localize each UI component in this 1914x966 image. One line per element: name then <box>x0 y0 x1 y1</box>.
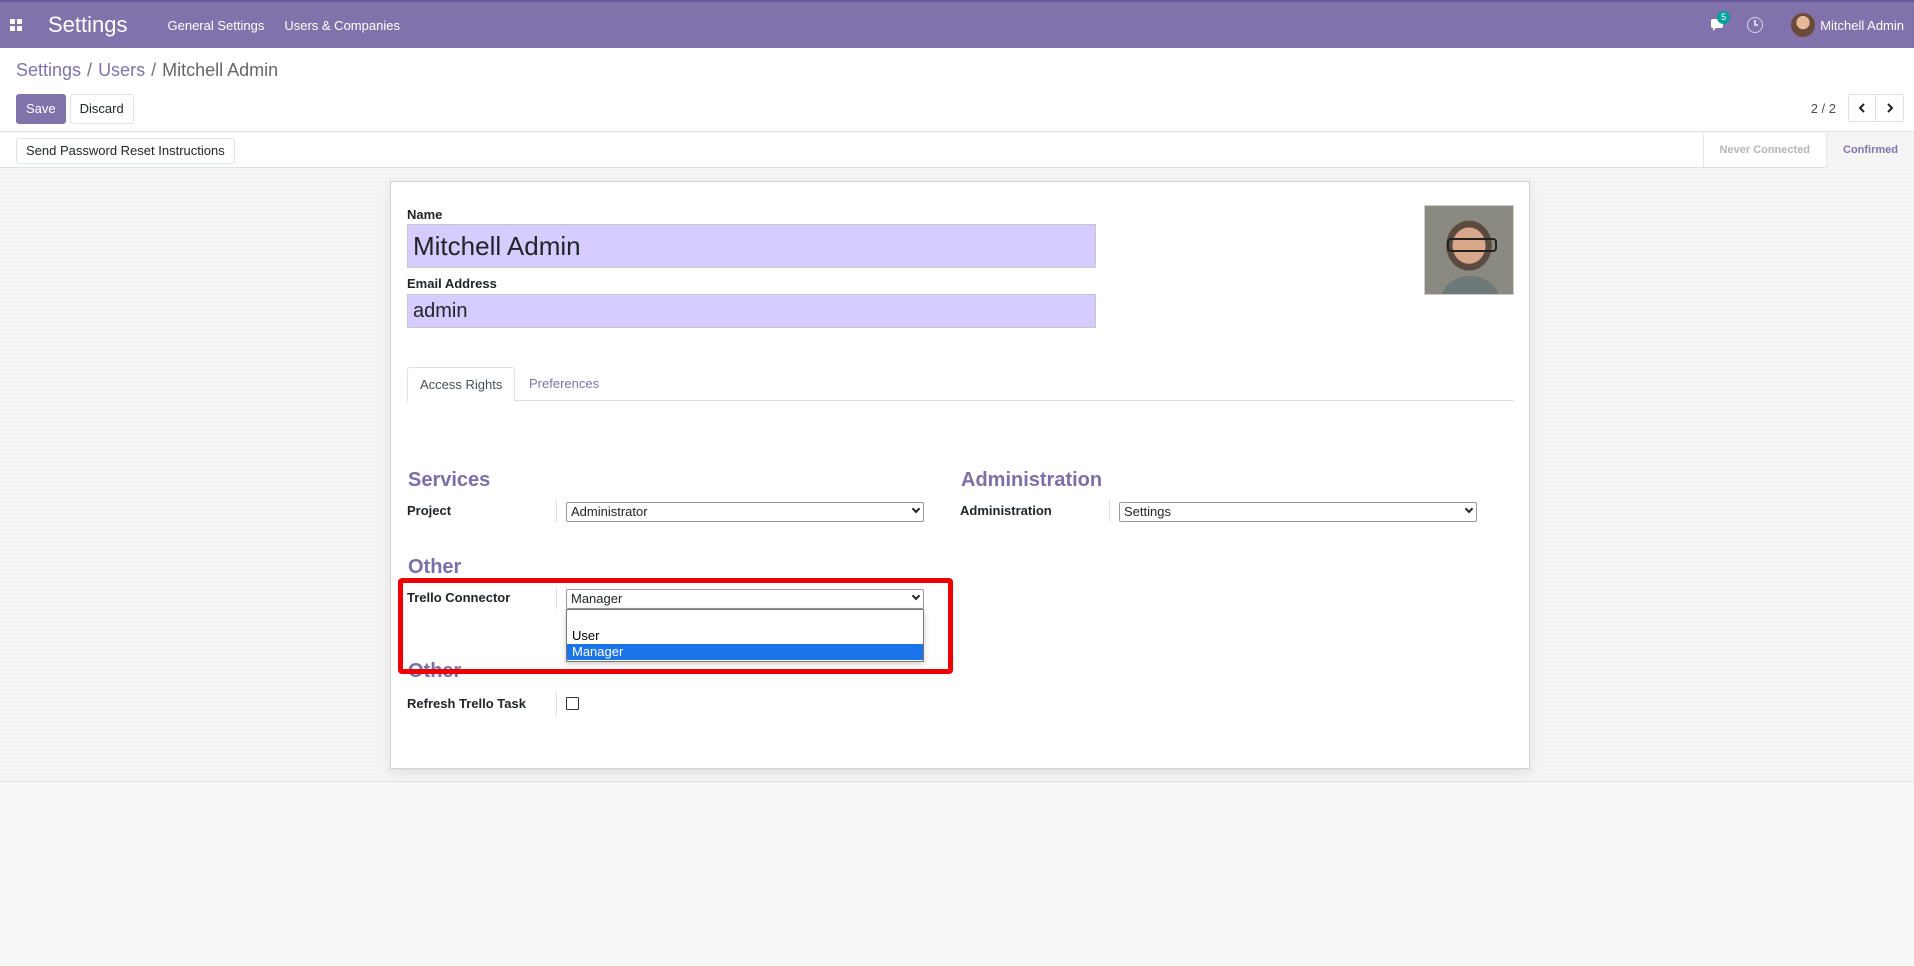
project-select[interactable]: Administrator <box>566 502 924 522</box>
tab-access-rights[interactable]: Access Rights <box>407 367 516 402</box>
app-title[interactable]: Settings <box>48 12 128 38</box>
chevron-right-icon <box>1886 103 1893 113</box>
apps-menu-icon[interactable] <box>0 2 32 48</box>
refresh-trello-task-label: Refresh Trello Task <box>407 696 526 711</box>
top-navbar: Settings General Settings Users & Compan… <box>0 0 1914 48</box>
form-tabs: Access Rights Preferences <box>407 367 1514 402</box>
separator <box>1109 500 1110 522</box>
refresh-trello-task-checkbox[interactable] <box>566 697 579 710</box>
separator <box>556 693 557 715</box>
discard-button[interactable]: Discard <box>69 94 134 124</box>
send-password-reset-button[interactable]: Send Password Reset Instructions <box>16 138 235 164</box>
control-panel: Settings / Users / Mitchell Admin Save Disca… <box>0 48 1914 132</box>
administration-group-title: Administration <box>961 469 1103 491</box>
user-photo[interactable] <box>1424 205 1514 295</box>
other-group-title: Other <box>408 556 462 578</box>
form-sheet: Name Mitchell Admin Email Address admin … <box>390 181 1530 769</box>
highlight-box <box>398 578 953 674</box>
save-button[interactable]: Save <box>16 94 66 124</box>
administration-select[interactable]: Settings <box>1119 502 1477 522</box>
chat-icon[interactable]: 5 <box>1705 11 1731 37</box>
pager-value[interactable]: 2 / 2 <box>1811 101 1836 116</box>
pager: 2 / 2 <box>1811 94 1904 122</box>
breadcrumb-current: Mitchell Admin <box>162 60 279 80</box>
form-statusbar: Send Password Reset Instructions Never C… <box>0 133 1914 168</box>
tab-preferences[interactable]: Preferences <box>517 367 611 401</box>
separator <box>556 500 557 522</box>
pager-next-button[interactable] <box>1876 94 1904 122</box>
project-label: Project <box>407 503 452 518</box>
email-field[interactable]: admin <box>407 294 1096 328</box>
status-stages: Never Connected Confirmed <box>1702 133 1914 168</box>
administration-label: Administration <box>960 503 1052 518</box>
name-field[interactable]: Mitchell Admin <box>407 224 1096 268</box>
chevron-down-icon <box>911 504 921 514</box>
stage-never-connected: Never Connected <box>1702 133 1826 168</box>
chevron-down-icon <box>1464 504 1474 514</box>
menu-general-settings[interactable]: General Settings <box>168 18 265 33</box>
breadcrumb-users[interactable]: Users <box>98 60 145 80</box>
breadcrumb: Settings / Users / Mitchell Admin <box>16 60 279 80</box>
user-menu-name[interactable]: Mitchell Admin <box>1820 18 1904 33</box>
activity-clock-icon[interactable] <box>1747 17 1764 33</box>
services-group-title: Services <box>408 469 491 491</box>
user-avatar[interactable] <box>1791 13 1816 37</box>
project-select-value: Administrator <box>571 504 648 519</box>
administration-select-value: Settings <box>1124 504 1171 519</box>
pager-previous-button[interactable] <box>1848 94 1876 122</box>
breadcrumb-settings[interactable]: Settings <box>16 60 81 80</box>
email-label: Email Address <box>407 276 497 291</box>
chat-count-badge: 5 <box>1717 11 1731 24</box>
stage-confirmed: Confirmed <box>1826 133 1914 168</box>
menu-users-companies[interactable]: Users & Companies <box>284 18 400 33</box>
name-label: Name <box>407 207 443 222</box>
chevron-left-icon <box>1858 103 1865 113</box>
